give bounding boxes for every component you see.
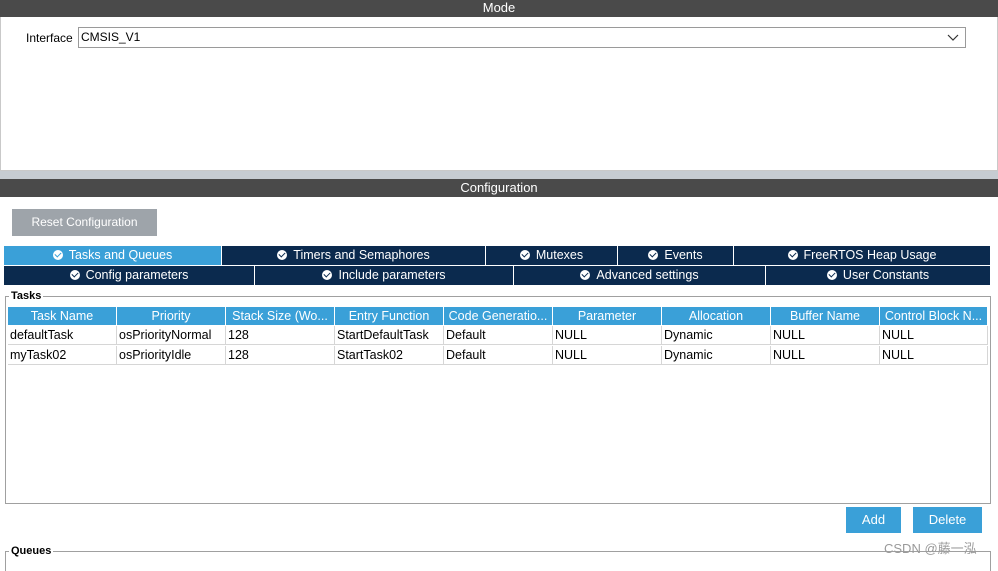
tab-label: FreeRTOS Heap Usage: [803, 248, 937, 262]
mode-header: Mode: [0, 0, 998, 17]
reset-configuration-button[interactable]: Reset Configuration: [12, 209, 157, 236]
column-header[interactable]: Entry Function: [335, 307, 443, 325]
tab-freertos-heap-usage[interactable]: FreeRTOS Heap Usage: [734, 246, 990, 265]
interface-value: CMSIS_V1: [81, 30, 141, 44]
tab-label: Include parameters: [338, 268, 446, 282]
table-cell[interactable]: NULL: [771, 346, 880, 365]
tab-include-parameters[interactable]: Include parameters: [255, 266, 513, 285]
table-cell[interactable]: NULL: [553, 346, 662, 365]
table-cell[interactable]: Default: [444, 326, 553, 345]
check-circle-icon: [277, 250, 288, 260]
table-cell[interactable]: NULL: [880, 326, 988, 345]
column-header[interactable]: Control Block N...: [880, 307, 987, 325]
tab-tasks-and-queues[interactable]: Tasks and Queues: [4, 246, 221, 265]
queues-group: [5, 551, 991, 571]
table-cell[interactable]: osPriorityIdle: [117, 346, 226, 365]
column-header[interactable]: Task Name: [8, 307, 116, 325]
tab-label: Tasks and Queues: [68, 248, 173, 262]
tab-label: Mutexes: [535, 248, 584, 262]
delete-task-button[interactable]: Delete: [913, 507, 982, 533]
tab-label: Events: [664, 248, 703, 262]
table-cell[interactable]: StartTask02: [335, 346, 444, 365]
watermark: CSDN @藤一泓: [884, 541, 977, 556]
section-divider: [0, 171, 998, 179]
interface-label: Interface: [26, 31, 73, 45]
check-circle-icon: [787, 250, 798, 260]
tab-advanced-settings[interactable]: Advanced settings: [514, 266, 765, 285]
configuration-title: Configuration: [460, 180, 538, 195]
check-circle-icon: [519, 250, 530, 260]
tab-config-parameters[interactable]: Config parameters: [4, 266, 254, 285]
check-circle-icon: [580, 270, 591, 280]
table-cell[interactable]: NULL: [553, 326, 662, 345]
column-header[interactable]: Parameter: [553, 307, 661, 325]
configuration-header: Configuration: [0, 179, 998, 197]
queues-group-title: Queues: [9, 545, 54, 557]
check-circle-icon: [648, 250, 659, 260]
column-header[interactable]: Buffer Name: [771, 307, 879, 325]
table-cell[interactable]: Dynamic: [662, 326, 771, 345]
table-cell[interactable]: 128: [226, 346, 335, 365]
interface-select[interactable]: CMSIS_V1: [78, 27, 966, 48]
table-cell[interactable]: Dynamic: [662, 346, 771, 365]
tab-mutexes[interactable]: Mutexes: [486, 246, 617, 265]
add-task-button[interactable]: Add: [846, 507, 901, 533]
column-header[interactable]: Code Generatio...: [444, 307, 552, 325]
table-cell[interactable]: myTask02: [8, 346, 117, 365]
mode-title: Mode: [482, 0, 516, 15]
table-cell[interactable]: NULL: [880, 346, 988, 365]
table-cell[interactable]: Default: [444, 346, 553, 365]
tab-events[interactable]: Events: [618, 246, 733, 265]
column-header[interactable]: Priority: [117, 307, 225, 325]
tab-user-constants[interactable]: User Constants: [766, 266, 990, 285]
table-cell[interactable]: StartDefaultTask: [335, 326, 444, 345]
table-cell[interactable]: defaultTask: [8, 326, 117, 345]
check-circle-icon: [322, 270, 333, 280]
table-cell[interactable]: 128: [226, 326, 335, 345]
tab-label: Advanced settings: [596, 268, 699, 282]
column-header[interactable]: Stack Size (Wo...: [226, 307, 334, 325]
tab-label: Config parameters: [85, 268, 189, 282]
tasks-group-title: Tasks: [9, 290, 44, 302]
column-header[interactable]: Allocation: [662, 307, 770, 325]
table-cell[interactable]: NULL: [771, 326, 880, 345]
chevron-down-icon: [947, 34, 959, 41]
table-cell[interactable]: osPriorityNormal: [117, 326, 226, 345]
tab-label: User Constants: [842, 268, 930, 282]
check-circle-icon: [826, 270, 837, 280]
check-circle-icon: [52, 250, 63, 260]
check-circle-icon: [69, 270, 80, 280]
tab-label: Timers and Semaphores: [293, 248, 430, 262]
tab-timers-and-semaphores[interactable]: Timers and Semaphores: [222, 246, 485, 265]
